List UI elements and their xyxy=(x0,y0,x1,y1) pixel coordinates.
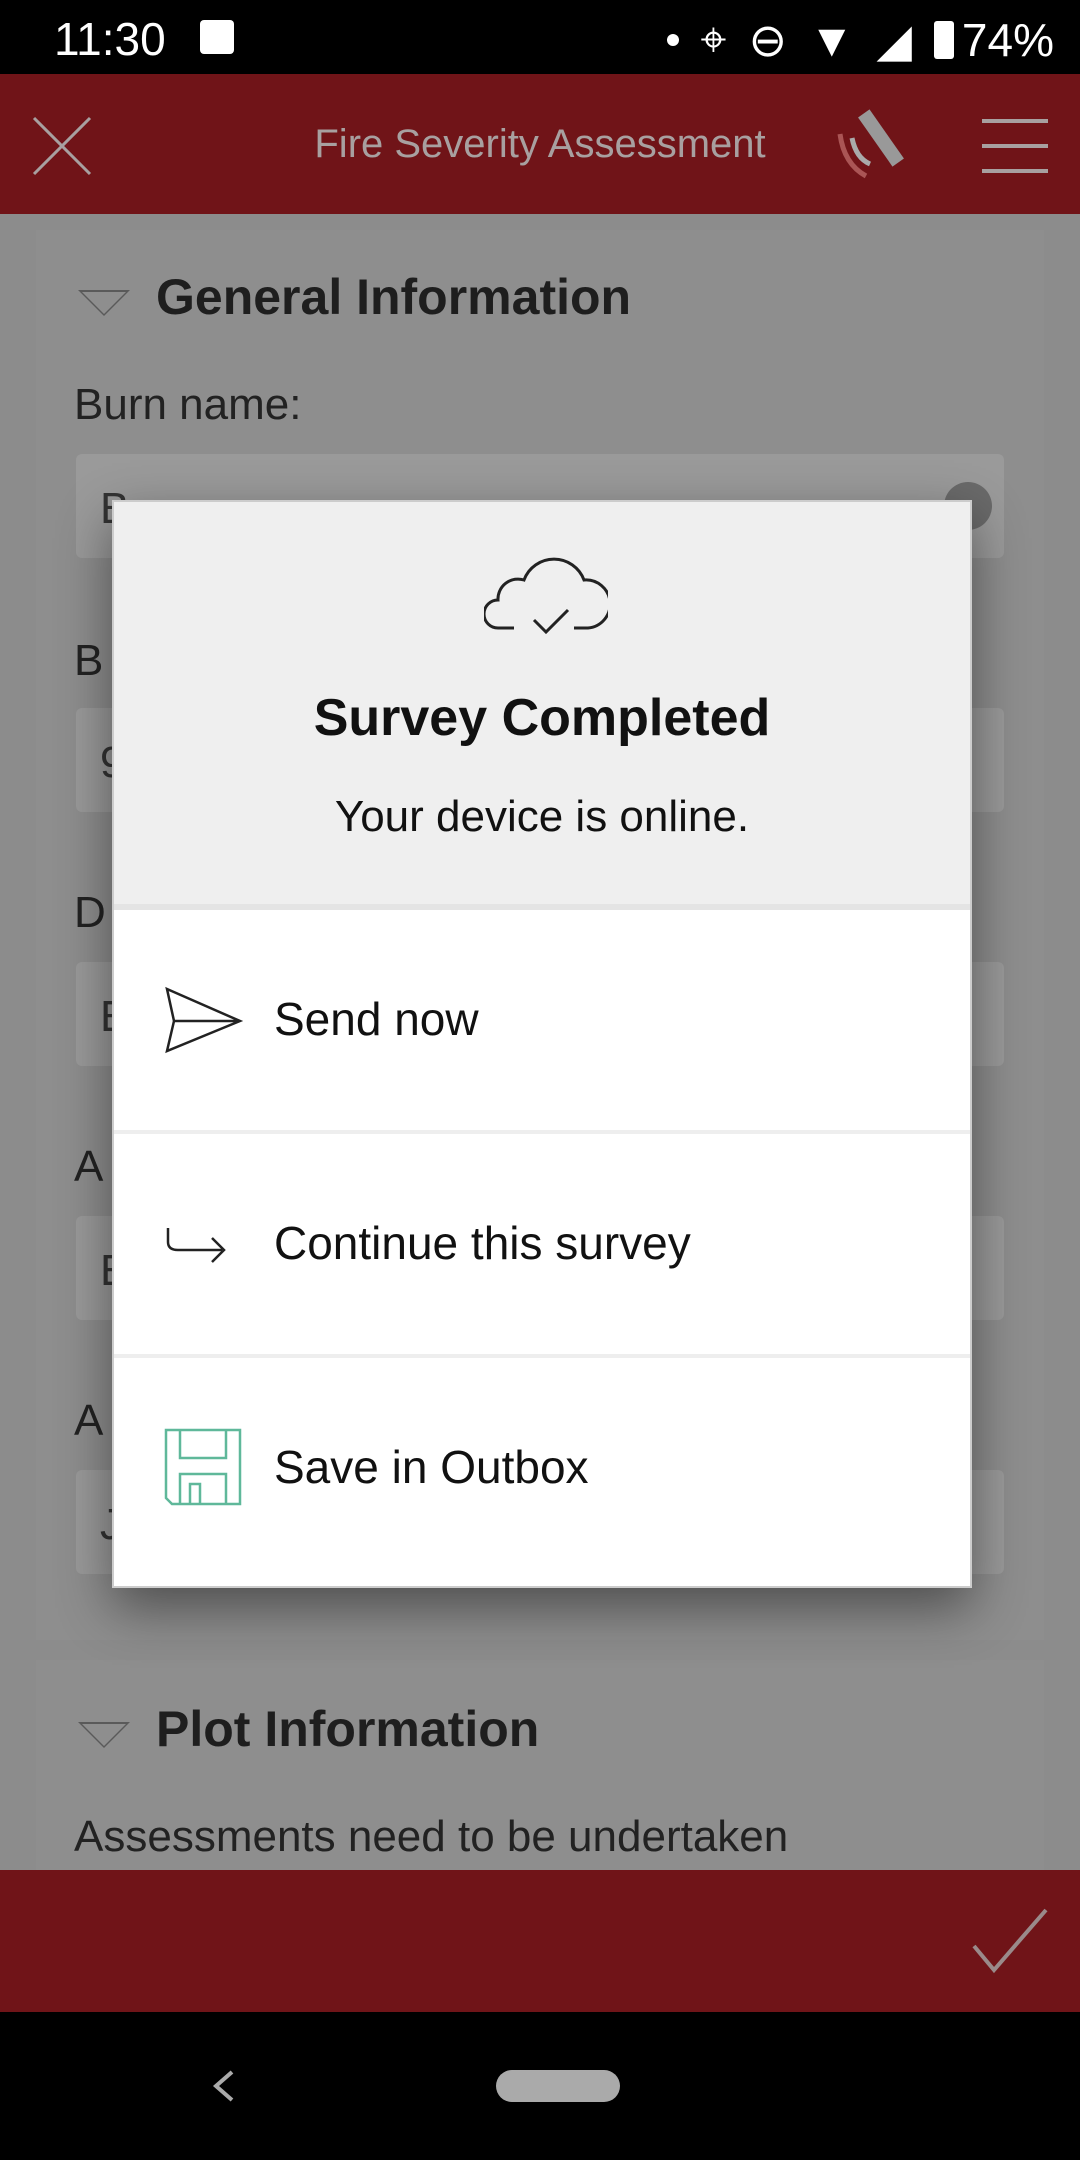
status-bar: 11:30 ⌖ ⊖ ▼ ◢ 74% xyxy=(0,0,1080,74)
wifi-icon: ▼ xyxy=(809,14,855,66)
clock: 11:30 xyxy=(54,13,166,65)
submit-check-icon[interactable] xyxy=(970,1906,1050,1976)
paper-plane-icon xyxy=(165,986,244,1054)
back-icon[interactable] xyxy=(212,2068,236,2104)
app-bar: Fire Severity Assessment xyxy=(0,74,1080,214)
home-pill[interactable] xyxy=(496,2070,620,2102)
gps-satellite-icon[interactable] xyxy=(830,104,910,184)
continue-survey-button[interactable]: Continue this survey xyxy=(114,1134,970,1358)
send-now-button[interactable]: Send now xyxy=(114,910,970,1134)
field-label: A xyxy=(74,1396,104,1445)
section-title: General Information xyxy=(156,269,632,325)
dialog-subtitle: Your device is online. xyxy=(334,792,750,841)
arrow-return-icon xyxy=(166,1228,226,1263)
save-in-outbox-button[interactable]: Save in Outbox xyxy=(114,1358,970,1582)
continue-survey-label: Continue this survey xyxy=(274,1217,691,1269)
menu-icon[interactable] xyxy=(982,118,1048,174)
survey-completed-dialog: Survey Completed Your device is online. … xyxy=(112,500,972,1588)
signal-icon: ◢ xyxy=(876,14,912,66)
app-title: Fire Severity Assessment xyxy=(314,122,766,166)
field-label: B xyxy=(74,636,104,685)
dot-icon xyxy=(666,34,679,46)
system-nav-bar xyxy=(0,2012,1080,2160)
collapse-triangle-icon[interactable] xyxy=(78,1722,130,1748)
dialog-title: Survey Completed xyxy=(313,689,771,747)
section-text: Assessments need to be undertaken xyxy=(74,1812,789,1861)
collapse-triangle-icon[interactable] xyxy=(78,290,130,316)
field-label: D xyxy=(74,888,106,937)
save-outbox-label: Save in Outbox xyxy=(274,1441,589,1493)
floppy-disk-icon xyxy=(164,1428,242,1506)
burn-name-label: Burn name: xyxy=(74,380,302,429)
location-icon: ⌖ xyxy=(700,13,727,65)
cloud-check-icon xyxy=(484,557,608,635)
section-title: Plot Information xyxy=(156,1701,540,1757)
image-icon xyxy=(200,20,234,54)
battery-level: 74% xyxy=(961,14,1054,66)
send-now-label: Send now xyxy=(274,993,479,1045)
field-label: A xyxy=(74,1142,104,1191)
bottom-bar xyxy=(0,1870,1080,2012)
dialog-header: Survey Completed Your device is online. xyxy=(114,502,970,910)
dnd-icon: ⊖ xyxy=(748,14,787,66)
battery-icon xyxy=(933,21,954,59)
